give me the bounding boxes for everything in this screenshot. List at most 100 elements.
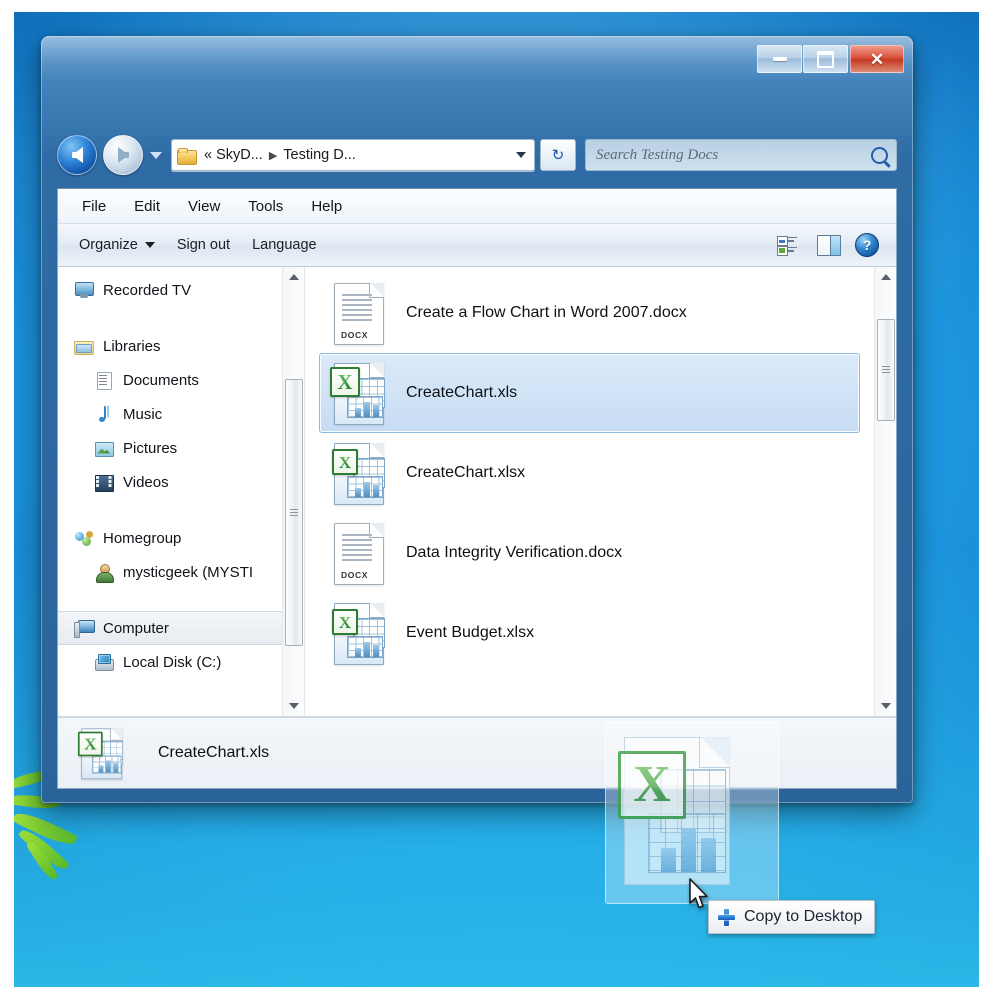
excel-badge-icon: X xyxy=(332,449,358,475)
sidebar-item-label: Computer xyxy=(103,619,169,637)
search-box[interactable] xyxy=(585,139,897,171)
menu-tools[interactable]: Tools xyxy=(234,195,297,218)
sidebar-item-homegroup[interactable]: Homegroup xyxy=(58,521,304,555)
list-item[interactable]: X CreateChart.xlsx xyxy=(319,433,860,513)
sign-out-button[interactable]: Sign out xyxy=(166,233,241,257)
user-icon xyxy=(94,563,114,583)
file-list-pane[interactable]: DOCX Create a Flow Chart in Word 2007.do… xyxy=(305,267,896,716)
window-caption-buttons: ✕ xyxy=(756,45,904,73)
file-scroll-up-button[interactable] xyxy=(875,267,896,287)
sidebar-item-libraries[interactable]: Libraries xyxy=(58,329,304,363)
menu-view[interactable]: View xyxy=(174,195,234,218)
menu-edit[interactable]: Edit xyxy=(120,195,174,218)
monitor-icon xyxy=(74,281,94,299)
breadcrumb-overflow[interactable]: « xyxy=(202,147,214,163)
file-scroll-thumb[interactable] xyxy=(877,319,895,421)
recent-pages-chevron-down-icon[interactable] xyxy=(150,151,162,159)
navigation-pane: Recorded TV Libraries Documents Music Pi… xyxy=(58,267,305,716)
sidebar-item-documents[interactable]: Documents xyxy=(58,363,304,397)
address-bar[interactable]: « SkyD... ▶ Testing D... xyxy=(171,139,535,171)
search-input[interactable] xyxy=(594,145,871,165)
list-item[interactable]: X Event Budget.xlsx xyxy=(319,593,860,673)
address-chevron-down-icon[interactable] xyxy=(516,152,526,158)
maximize-button[interactable] xyxy=(803,45,848,73)
excel-badge-icon: X xyxy=(332,609,358,635)
nav-scroll-track[interactable] xyxy=(283,287,304,696)
forward-button[interactable] xyxy=(103,135,143,175)
breadcrumb-testing-docs[interactable]: Testing D... xyxy=(281,147,358,163)
sign-out-label: Sign out xyxy=(176,237,231,253)
close-button[interactable]: ✕ xyxy=(850,45,904,73)
list-item[interactable]: X CreateChart.xls xyxy=(319,353,860,433)
sidebar-item-mysticgeek[interactable]: mysticgeek (MYSTI xyxy=(58,555,304,589)
docx-file-icon: DOCX xyxy=(330,521,388,585)
file-list: DOCX Create a Flow Chart in Word 2007.do… xyxy=(305,267,896,673)
details-xls-file-icon: X xyxy=(78,727,126,780)
back-button[interactable] xyxy=(57,135,97,175)
sidebar-item-pictures[interactable]: Pictures xyxy=(58,431,304,465)
xls-file-icon: X xyxy=(330,361,388,425)
navigation-tree: Recorded TV Libraries Documents Music Pi… xyxy=(58,267,304,716)
sidebar-item-label: Libraries xyxy=(103,337,161,355)
file-scroll-down-button[interactable] xyxy=(875,696,896,716)
sidebar-item-local-disk[interactable]: Local Disk (C:) xyxy=(58,645,304,679)
nav-scroll-up-button[interactable] xyxy=(283,267,304,287)
explorer-client-area: File Edit View Tools Help Organize Sign … xyxy=(57,188,897,789)
file-name: Create a Flow Chart in Word 2007.docx xyxy=(406,304,687,322)
help-button[interactable]: ? xyxy=(848,229,886,261)
nav-scroll-thumb[interactable] xyxy=(285,379,303,646)
minimize-button[interactable] xyxy=(757,45,802,73)
hard-disk-icon xyxy=(94,653,114,671)
docx-file-icon: DOCX xyxy=(330,281,388,345)
explorer-panes: Recorded TV Libraries Documents Music Pi… xyxy=(58,267,896,717)
list-item[interactable]: DOCX Create a Flow Chart in Word 2007.do… xyxy=(319,273,860,353)
plus-icon xyxy=(718,908,735,926)
sidebar-item-music[interactable]: Music xyxy=(58,397,304,431)
documents-icon xyxy=(94,371,114,390)
sidebar-item-label: Videos xyxy=(123,473,169,491)
menu-file[interactable]: File xyxy=(68,195,120,218)
navigation-pane-scrollbar[interactable] xyxy=(282,267,304,716)
excel-badge-icon: X xyxy=(78,731,103,757)
help-icon: ? xyxy=(855,233,879,257)
drag-drop-tooltip-label: Copy to Desktop xyxy=(744,908,863,925)
breadcrumb-skydrive[interactable]: SkyD... xyxy=(214,147,265,163)
chevron-up-icon xyxy=(880,274,891,280)
file-name: Data Integrity Verification.docx xyxy=(406,544,623,562)
chevron-down-icon xyxy=(288,703,299,709)
sidebar-item-label: mysticgeek (MYSTI xyxy=(123,563,254,581)
list-item[interactable]: DOCX Data Integrity Verification.docx xyxy=(319,513,860,593)
sidebar-item-label: Pictures xyxy=(123,439,178,457)
folder-icon xyxy=(177,147,197,165)
file-name: CreateChart.xlsx xyxy=(406,464,526,482)
close-icon: ✕ xyxy=(869,49,885,69)
nav-group-gap xyxy=(58,589,304,611)
homegroup-icon xyxy=(74,530,94,547)
back-arrow-icon xyxy=(71,147,83,163)
refresh-button[interactable]: ↻ xyxy=(540,139,576,171)
breadcrumb-separator-icon: ▶ xyxy=(268,149,278,162)
file-list-scrollbar[interactable] xyxy=(874,267,896,716)
sidebar-item-label: Documents xyxy=(123,371,199,389)
forward-arrow-icon xyxy=(117,147,129,163)
nav-scroll-down-button[interactable] xyxy=(283,696,304,716)
organize-button[interactable]: Organize xyxy=(68,233,166,257)
sidebar-item-computer[interactable]: Computer xyxy=(58,611,304,645)
organize-label: Organize xyxy=(79,237,138,253)
file-scroll-track[interactable] xyxy=(875,287,896,696)
minimize-icon xyxy=(772,57,787,61)
file-name: Event Budget.xlsx xyxy=(406,624,535,642)
file-name: CreateChart.xls xyxy=(406,384,518,402)
change-view-button[interactable] xyxy=(770,232,810,259)
chevron-up-icon xyxy=(288,274,299,280)
preview-pane-button[interactable] xyxy=(810,231,848,260)
nav-group-gap xyxy=(58,307,304,329)
menu-help[interactable]: Help xyxy=(297,195,356,218)
language-button[interactable]: Language xyxy=(241,233,328,257)
screenshot-root: ✕ « SkyD... ▶ Testing D... ↻ Search Test… xyxy=(0,0,993,1000)
sidebar-item-recorded-tv[interactable]: Recorded TV xyxy=(58,273,304,307)
explorer-window: ✕ « SkyD... ▶ Testing D... ↻ Search Test… xyxy=(41,36,913,803)
excel-badge-icon: X xyxy=(330,367,360,397)
view-layout-icon xyxy=(777,235,797,256)
sidebar-item-videos[interactable]: Videos xyxy=(58,465,304,499)
